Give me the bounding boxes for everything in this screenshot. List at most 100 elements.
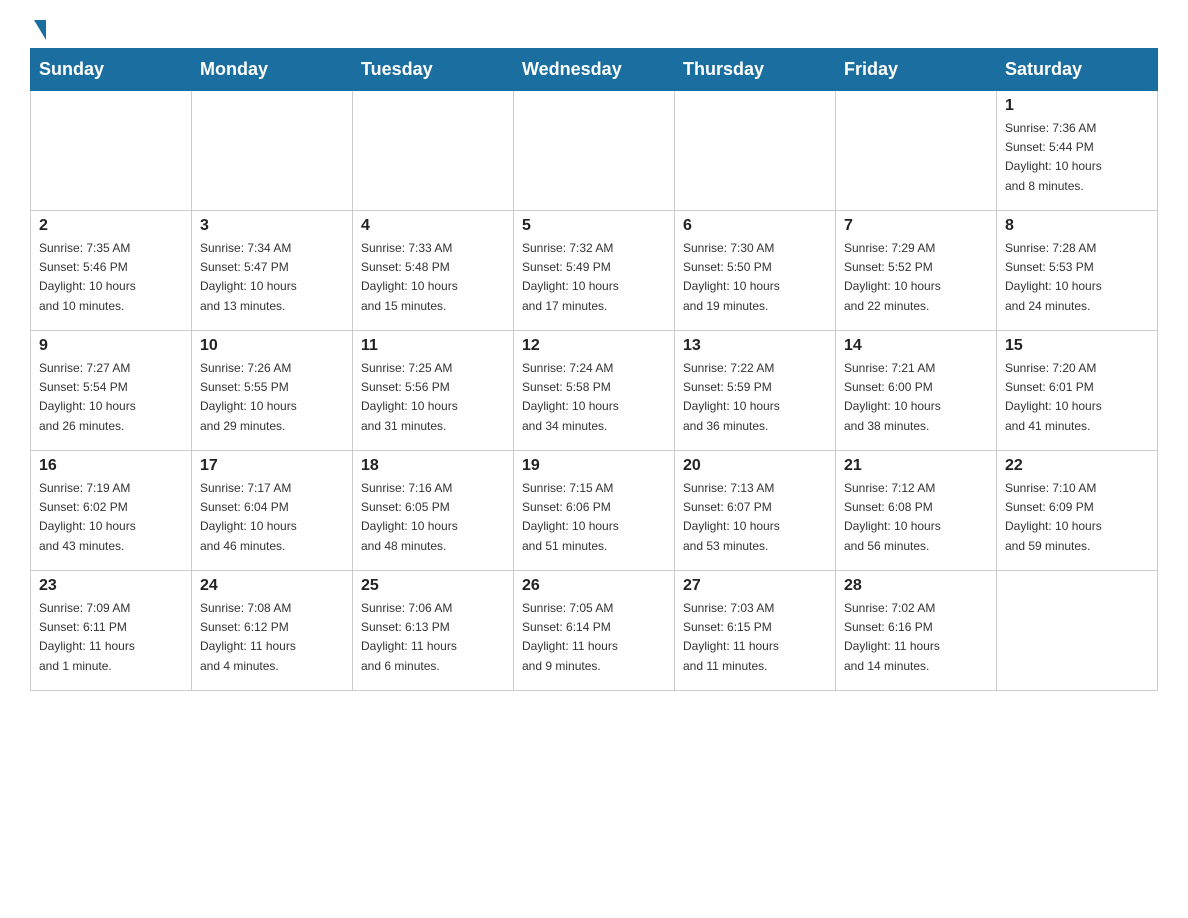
calendar-cell: 4 Sunrise: 7:33 AMSunset: 5:48 PMDaylight… — [353, 211, 514, 331]
calendar-cell: 12 Sunrise: 7:24 AMSunset: 5:58 PMDayligh… — [514, 331, 675, 451]
day-number: 5 — [522, 217, 666, 235]
calendar-cell: 18 Sunrise: 7:16 AMSunset: 6:05 PMDayligh… — [353, 451, 514, 571]
day-info: Sunrise: 7:34 AMSunset: 5:47 PMDaylight:… — [200, 239, 344, 316]
calendar-cell: 20 Sunrise: 7:13 AMSunset: 6:07 PMDayligh… — [675, 451, 836, 571]
calendar-cell — [675, 91, 836, 211]
day-number: 21 — [844, 457, 988, 475]
calendar-cell: 23 Sunrise: 7:09 AMSunset: 6:11 PMDayligh… — [31, 571, 192, 691]
day-number: 20 — [683, 457, 827, 475]
calendar-cell: 17Sunrise: 7:17 AMSunset: 6:04 PMDayligh… — [192, 451, 353, 571]
day-info: Sunrise: 7:15 AMSunset: 6:06 PMDaylight:… — [522, 479, 666, 556]
calendar-cell: 16 Sunrise: 7:19 AMSunset: 6:02 PMDayligh… — [31, 451, 192, 571]
calendar-cell: 24 Sunrise: 7:08 AMSunset: 6:12 PMDayligh… — [192, 571, 353, 691]
calendar-cell: 15 Sunrise: 7:20 AMSunset: 6:01 PMDayligh… — [997, 331, 1158, 451]
day-number: 10 — [200, 337, 344, 355]
day-info: Sunrise: 7:05 AMSunset: 6:14 PMDaylight:… — [522, 599, 666, 676]
day-number: 12 — [522, 337, 666, 355]
calendar-week-3: 9Sunrise: 7:27 AMSunset: 5:54 PMDaylight… — [31, 331, 1158, 451]
day-info: Sunrise: 7:22 AMSunset: 5:59 PMDaylight:… — [683, 359, 827, 436]
calendar-week-4: 16 Sunrise: 7:19 AMSunset: 6:02 PMDayligh… — [31, 451, 1158, 571]
calendar-cell: 11 Sunrise: 7:25 AMSunset: 5:56 PMDayligh… — [353, 331, 514, 451]
day-info: Sunrise: 7:03 AMSunset: 6:15 PMDaylight:… — [683, 599, 827, 676]
calendar-cell — [31, 91, 192, 211]
day-info: Sunrise: 7:09 AMSunset: 6:11 PMDaylight:… — [39, 599, 183, 676]
calendar-cell: 21 Sunrise: 7:12 AMSunset: 6:08 PMDayligh… — [836, 451, 997, 571]
day-number: 8 — [1005, 217, 1149, 235]
day-number: 26 — [522, 577, 666, 595]
page-header — [30, 20, 1158, 38]
day-info: Sunrise: 7:30 AMSunset: 5:50 PMDaylight:… — [683, 239, 827, 316]
day-info: Sunrise: 7:25 AMSunset: 5:56 PMDaylight:… — [361, 359, 505, 436]
day-info: Sunrise: 7:20 AMSunset: 6:01 PMDaylight:… — [1005, 359, 1149, 436]
day-info: Sunrise: 7:10 AMSunset: 6:09 PMDaylight:… — [1005, 479, 1149, 556]
calendar-cell: 27 Sunrise: 7:03 AMSunset: 6:15 PMDayligh… — [675, 571, 836, 691]
day-number: 3 — [200, 217, 344, 235]
calendar-cell: 2 Sunrise: 7:35 AMSunset: 5:46 PMDaylight… — [31, 211, 192, 331]
day-info: Sunrise: 7:33 AMSunset: 5:48 PMDaylight:… — [361, 239, 505, 316]
day-number: 14 — [844, 337, 988, 355]
day-number: 23 — [39, 577, 183, 595]
day-info: Sunrise: 7:08 AMSunset: 6:12 PMDaylight:… — [200, 599, 344, 676]
day-info: Sunrise: 7:02 AMSunset: 6:16 PMDaylight:… — [844, 599, 988, 676]
weekday-header-sunday: Sunday — [31, 49, 192, 91]
day-number: 27 — [683, 577, 827, 595]
day-info: Sunrise: 7:13 AMSunset: 6:07 PMDaylight:… — [683, 479, 827, 556]
calendar-week-5: 23 Sunrise: 7:09 AMSunset: 6:11 PMDayligh… — [31, 571, 1158, 691]
calendar-week-2: 2 Sunrise: 7:35 AMSunset: 5:46 PMDaylight… — [31, 211, 1158, 331]
calendar-cell: 7 Sunrise: 7:29 AMSunset: 5:52 PMDaylight… — [836, 211, 997, 331]
calendar-header-row: SundayMondayTuesdayWednesdayThursdayFrid… — [31, 49, 1158, 91]
calendar-cell: 13 Sunrise: 7:22 AMSunset: 5:59 PMDayligh… — [675, 331, 836, 451]
calendar-cell: 22 Sunrise: 7:10 AMSunset: 6:09 PMDayligh… — [997, 451, 1158, 571]
day-number: 17 — [200, 457, 344, 475]
day-number: 1 — [1005, 97, 1149, 115]
day-number: 6 — [683, 217, 827, 235]
calendar-cell: 9Sunrise: 7:27 AMSunset: 5:54 PMDaylight… — [31, 331, 192, 451]
weekday-header-wednesday: Wednesday — [514, 49, 675, 91]
calendar-cell: 14 Sunrise: 7:21 AMSunset: 6:00 PMDayligh… — [836, 331, 997, 451]
calendar-table: SundayMondayTuesdayWednesdayThursdayFrid… — [30, 48, 1158, 691]
day-number: 28 — [844, 577, 988, 595]
day-number: 11 — [361, 337, 505, 355]
day-info: Sunrise: 7:16 AMSunset: 6:05 PMDaylight:… — [361, 479, 505, 556]
logo-arrow-icon — [34, 20, 46, 40]
day-number: 24 — [200, 577, 344, 595]
day-info: Sunrise: 7:27 AMSunset: 5:54 PMDaylight:… — [39, 359, 183, 436]
day-info: Sunrise: 7:35 AMSunset: 5:46 PMDaylight:… — [39, 239, 183, 316]
day-info: Sunrise: 7:24 AMSunset: 5:58 PMDaylight:… — [522, 359, 666, 436]
day-number: 25 — [361, 577, 505, 595]
weekday-header-monday: Monday — [192, 49, 353, 91]
calendar-cell: 28 Sunrise: 7:02 AMSunset: 6:16 PMDayligh… — [836, 571, 997, 691]
day-number: 18 — [361, 457, 505, 475]
calendar-week-1: 1 Sunrise: 7:36 AMSunset: 5:44 PMDaylight… — [31, 91, 1158, 211]
weekday-header-thursday: Thursday — [675, 49, 836, 91]
day-info: Sunrise: 7:19 AMSunset: 6:02 PMDaylight:… — [39, 479, 183, 556]
day-number: 7 — [844, 217, 988, 235]
calendar-cell — [997, 571, 1158, 691]
weekday-header-saturday: Saturday — [997, 49, 1158, 91]
day-info: Sunrise: 7:36 AMSunset: 5:44 PMDaylight:… — [1005, 119, 1149, 196]
day-number: 15 — [1005, 337, 1149, 355]
day-info: Sunrise: 7:29 AMSunset: 5:52 PMDaylight:… — [844, 239, 988, 316]
calendar-cell: 6 Sunrise: 7:30 AMSunset: 5:50 PMDaylight… — [675, 211, 836, 331]
day-number: 16 — [39, 457, 183, 475]
calendar-cell: 26 Sunrise: 7:05 AMSunset: 6:14 PMDayligh… — [514, 571, 675, 691]
day-number: 13 — [683, 337, 827, 355]
calendar-cell: 10Sunrise: 7:26 AMSunset: 5:55 PMDayligh… — [192, 331, 353, 451]
calendar-cell: 5Sunrise: 7:32 AMSunset: 5:49 PMDaylight… — [514, 211, 675, 331]
day-number: 4 — [361, 217, 505, 235]
logo — [30, 20, 46, 38]
weekday-header-tuesday: Tuesday — [353, 49, 514, 91]
calendar-cell: 8 Sunrise: 7:28 AMSunset: 5:53 PMDaylight… — [997, 211, 1158, 331]
day-info: Sunrise: 7:12 AMSunset: 6:08 PMDaylight:… — [844, 479, 988, 556]
day-info: Sunrise: 7:28 AMSunset: 5:53 PMDaylight:… — [1005, 239, 1149, 316]
day-number: 22 — [1005, 457, 1149, 475]
day-info: Sunrise: 7:21 AMSunset: 6:00 PMDaylight:… — [844, 359, 988, 436]
calendar-cell: 25Sunrise: 7:06 AMSunset: 6:13 PMDayligh… — [353, 571, 514, 691]
calendar-cell: 1 Sunrise: 7:36 AMSunset: 5:44 PMDaylight… — [997, 91, 1158, 211]
calendar-cell — [836, 91, 997, 211]
weekday-header-friday: Friday — [836, 49, 997, 91]
day-number: 2 — [39, 217, 183, 235]
calendar-cell — [514, 91, 675, 211]
calendar-cell: 3 Sunrise: 7:34 AMSunset: 5:47 PMDaylight… — [192, 211, 353, 331]
calendar-cell — [353, 91, 514, 211]
